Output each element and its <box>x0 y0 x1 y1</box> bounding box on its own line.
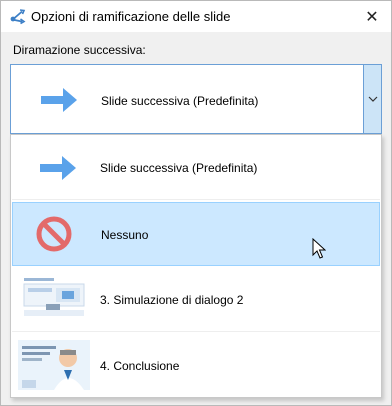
dialog-title: Opzioni di ramificazione delle slide <box>31 9 231 24</box>
close-icon: ✕ <box>365 8 379 26</box>
option-slide-3[interactable]: 3. Simulazione di dialogo 2 <box>12 268 380 332</box>
title-bar: Opzioni di ramificazione delle slide ✕ <box>1 1 391 32</box>
option-label: 4. Conclusione <box>100 359 180 373</box>
option-label: 3. Simulazione di dialogo 2 <box>100 293 244 307</box>
branching-options-dialog: Opzioni di ramificazione delle slide ✕ D… <box>0 0 392 406</box>
slide-thumbnail <box>18 340 90 390</box>
slide-thumbnail <box>18 274 90 324</box>
option-next-slide[interactable]: Slide successiva (Predefinita) <box>12 136 380 200</box>
close-button[interactable]: ✕ <box>357 1 387 32</box>
next-arrow-icon <box>39 85 79 115</box>
no-entry-icon <box>36 216 72 252</box>
option-label: Slide successiva (Predefinita) <box>100 161 258 175</box>
option-label: Nessuno <box>101 228 149 242</box>
next-arrow-icon <box>38 153 78 183</box>
dropdown-toggle-button[interactable] <box>363 65 381 133</box>
chevron-down-icon <box>368 96 377 102</box>
branch-dropdown-list: Slide successiva (Predefinita) Nessuno 3… <box>10 134 382 398</box>
option-slide-4[interactable]: 4. Conclusione <box>12 334 380 398</box>
combobox-selected-value: Slide successiva (Predefinita) <box>101 94 259 108</box>
branch-label: Diramazione successiva: <box>13 43 146 57</box>
branch-app-icon <box>9 7 27 25</box>
mouse-pointer-icon <box>312 237 327 260</box>
branch-combobox[interactable]: Slide successiva (Predefinita) <box>10 64 382 134</box>
